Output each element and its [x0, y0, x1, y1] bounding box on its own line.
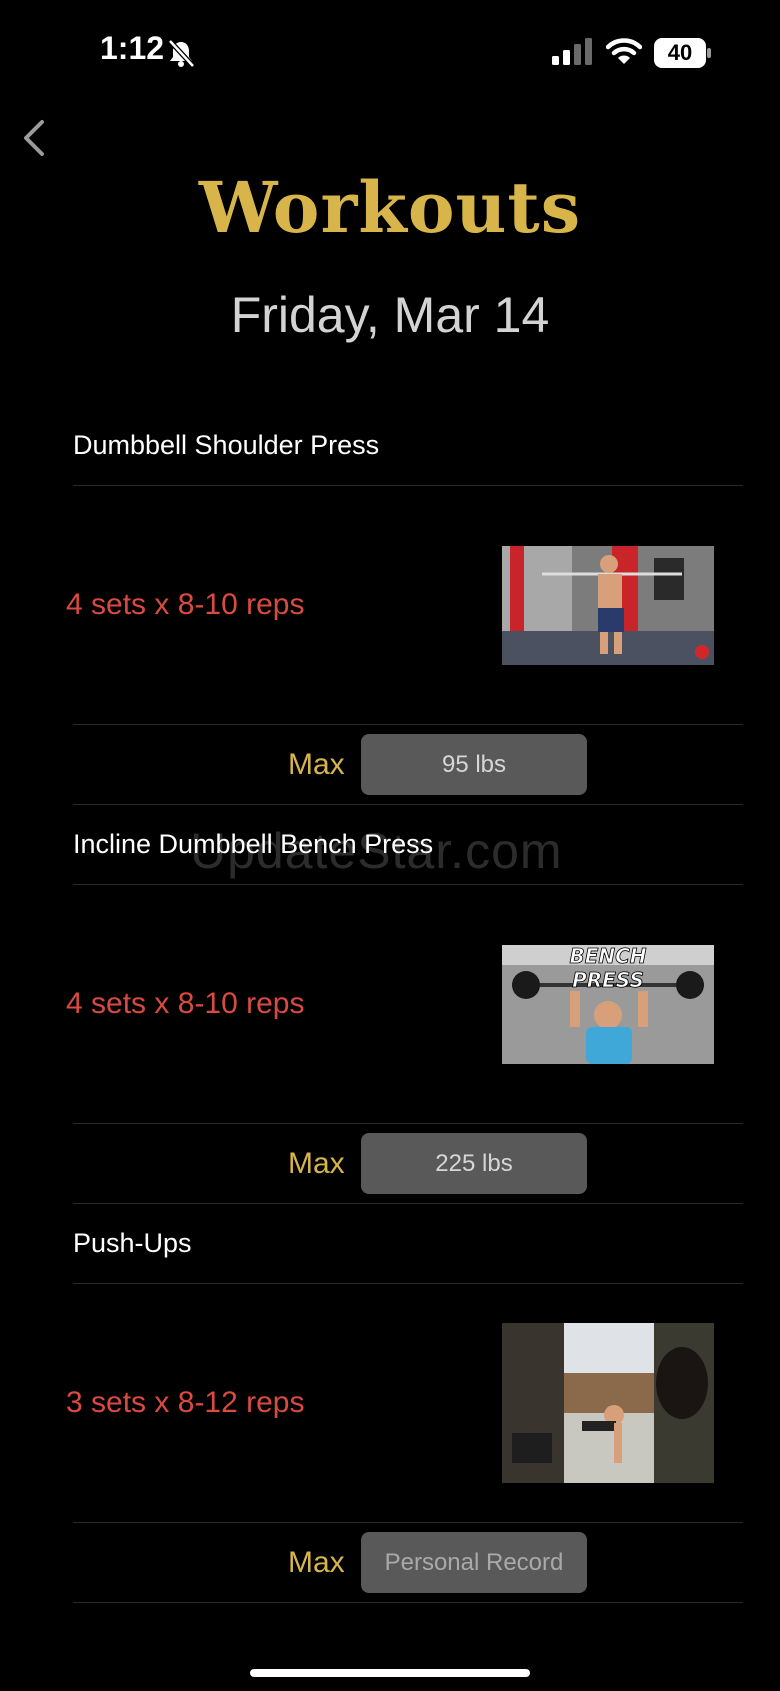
divider — [73, 1602, 743, 1603]
back-chevron-icon[interactable] — [20, 118, 50, 158]
divider — [73, 884, 743, 885]
divider — [73, 804, 743, 805]
exercise-scheme: 4 sets x 8-10 reps — [66, 987, 305, 1020]
thumbnail-text: BENCH — [569, 945, 646, 968]
exercise-name: Push-Ups — [73, 1228, 192, 1258]
max-label: Max — [288, 1147, 345, 1180]
wifi-icon — [606, 38, 642, 64]
divider — [73, 1123, 743, 1124]
bell-slash-icon — [168, 39, 195, 68]
divider — [73, 724, 743, 725]
page-title: Workouts — [198, 166, 582, 249]
date-label: Friday, Mar 14 — [230, 287, 550, 343]
thumbnail-text: PRESS — [572, 968, 644, 992]
exercise-video-thumbnail[interactable] — [502, 1323, 714, 1483]
home-indicator — [250, 1669, 530, 1677]
battery-icon: 40 — [654, 38, 712, 68]
exercise-name: Dumbbell Shoulder Press — [73, 430, 380, 460]
exercise-scheme: 4 sets x 8-10 reps — [66, 588, 305, 621]
exercise-name: Incline Dumbbell Bench Press — [73, 829, 434, 859]
status-time: 1:12 — [100, 30, 165, 66]
cellular-signal-icon — [552, 38, 592, 65]
battery-level: 40 — [667, 40, 693, 65]
max-weight-field[interactable]: 225 lbs — [361, 1133, 587, 1194]
divider — [73, 1283, 743, 1284]
personal-record-input[interactable]: Personal Record — [361, 1532, 587, 1593]
divider — [73, 1203, 743, 1204]
exercise-scheme: 3 sets x 8-12 reps — [66, 1386, 305, 1419]
max-label: Max — [288, 748, 345, 781]
exercise-video-thumbnail[interactable]: BENCH PRESS — [502, 945, 714, 1064]
divider — [73, 1522, 743, 1523]
max-weight-field[interactable]: 95 lbs — [361, 734, 587, 795]
divider — [73, 485, 743, 486]
max-label: Max — [288, 1546, 345, 1579]
exercise-video-thumbnail[interactable] — [502, 546, 714, 665]
